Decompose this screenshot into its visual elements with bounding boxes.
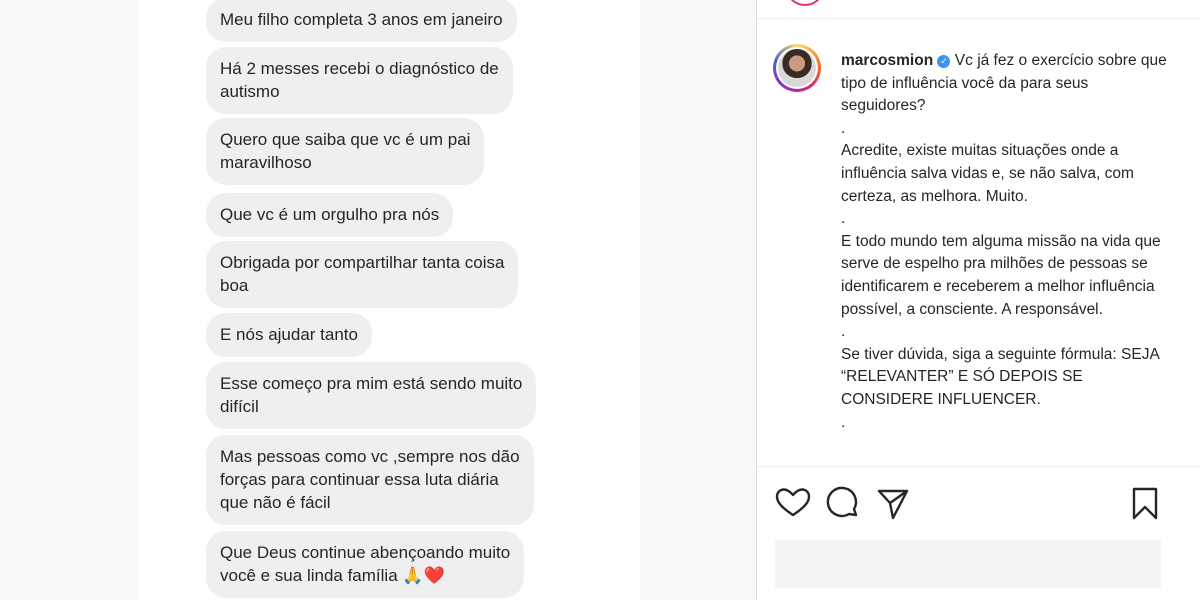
author-username[interactable]: marcosmion: [841, 52, 933, 69]
post-side-panel: marcosmion ✓ Vc já fez o exercício sobre…: [757, 0, 1200, 600]
verified-badge-icon: ✓: [937, 55, 951, 68]
header-divider: [757, 18, 1200, 19]
chat-bubble: Que Deus continue abençoando muito você …: [206, 531, 525, 598]
caption-line: E todo mundo tem alguma missão na vida q…: [841, 232, 1161, 318]
comment-icon[interactable]: [823, 484, 863, 524]
chat-bubble: E nós ajudar tanto: [206, 313, 372, 357]
likes-placeholder: [775, 540, 1161, 588]
chat-bubble: Mas pessoas como vc ,sempre nos dão forç…: [206, 435, 534, 525]
chat-bubble: Há 2 messes recebi o diagnóstico de auti…: [206, 47, 513, 114]
caption-line: Acredite, existe muitas situações onde a…: [841, 142, 1134, 205]
chat-bubble: Que vc é um orgulho pra nós: [206, 193, 454, 237]
chat-bubble: Esse começo pra mim está sendo muito dif…: [206, 362, 537, 429]
chat-bubble: Quero que saiba que vc é um pai maravilh…: [206, 118, 485, 185]
caption-divider: [757, 466, 1200, 467]
post-caption: marcosmion ✓ Vc já fez o exercício sobre…: [841, 50, 1173, 470]
caption-line: .: [841, 210, 846, 228]
header-avatar[interactable]: [785, 0, 825, 6]
post-actions: [773, 484, 1183, 524]
chat-bubble: Meu filho completa 3 anos em janeiro: [206, 0, 517, 42]
caption-line: Se tiver dúvida, siga a seguinte fórmula…: [841, 345, 1159, 408]
bookmark-icon[interactable]: [1125, 484, 1165, 524]
author-avatar[interactable]: [773, 44, 821, 92]
caption-line: .: [841, 119, 846, 137]
chat-bubble: Obrigada por compartilhar tanta coisa bo…: [206, 241, 519, 308]
share-icon[interactable]: [873, 484, 913, 524]
post-image: Meu filho completa 3 anos em janeiro Há …: [0, 0, 756, 600]
profile-picture: [778, 49, 816, 87]
heart-icon[interactable]: [773, 484, 813, 524]
caption-line: .: [841, 323, 846, 341]
caption-line: .: [841, 413, 846, 431]
